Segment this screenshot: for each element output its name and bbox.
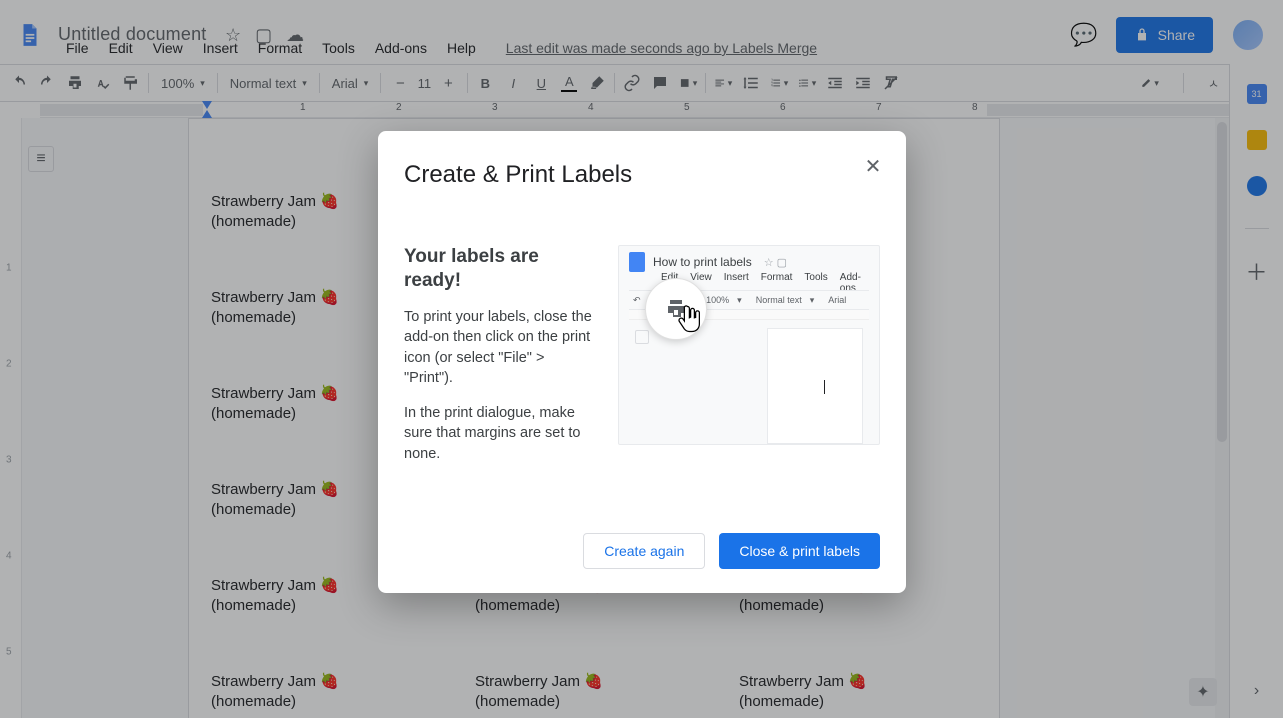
mini-doc-title: How to print labels — [653, 255, 752, 269]
dialog-para1: To print your labels, close the add-on t… — [404, 307, 594, 389]
mini-style: Normal text — [756, 295, 802, 305]
dialog-para2: In the print dialogue, make sure that ma… — [404, 403, 594, 465]
mini-docs-logo-icon — [629, 252, 645, 272]
labels-dialog: ✕ Create & Print Labels Your labels are … — [378, 131, 906, 593]
dialog-title: Create & Print Labels — [404, 161, 880, 189]
dialog-text: Your labels are ready! To print your lab… — [404, 245, 594, 479]
dialog-close-button[interactable]: ✕ — [860, 153, 886, 179]
dialog-illustration: How to print labels ☆ ▢ Edit View Insert… — [618, 245, 880, 445]
create-again-button[interactable]: Create again — [583, 533, 705, 569]
dialog-heading: Your labels are ready! — [404, 245, 594, 293]
pointer-hand-icon — [675, 304, 705, 339]
mini-font: Arial — [828, 295, 846, 305]
mini-zoom: 100% — [706, 295, 729, 305]
mini-star-icon: ☆ ▢ — [764, 256, 787, 269]
close-print-button[interactable]: Close & print labels — [719, 533, 880, 569]
